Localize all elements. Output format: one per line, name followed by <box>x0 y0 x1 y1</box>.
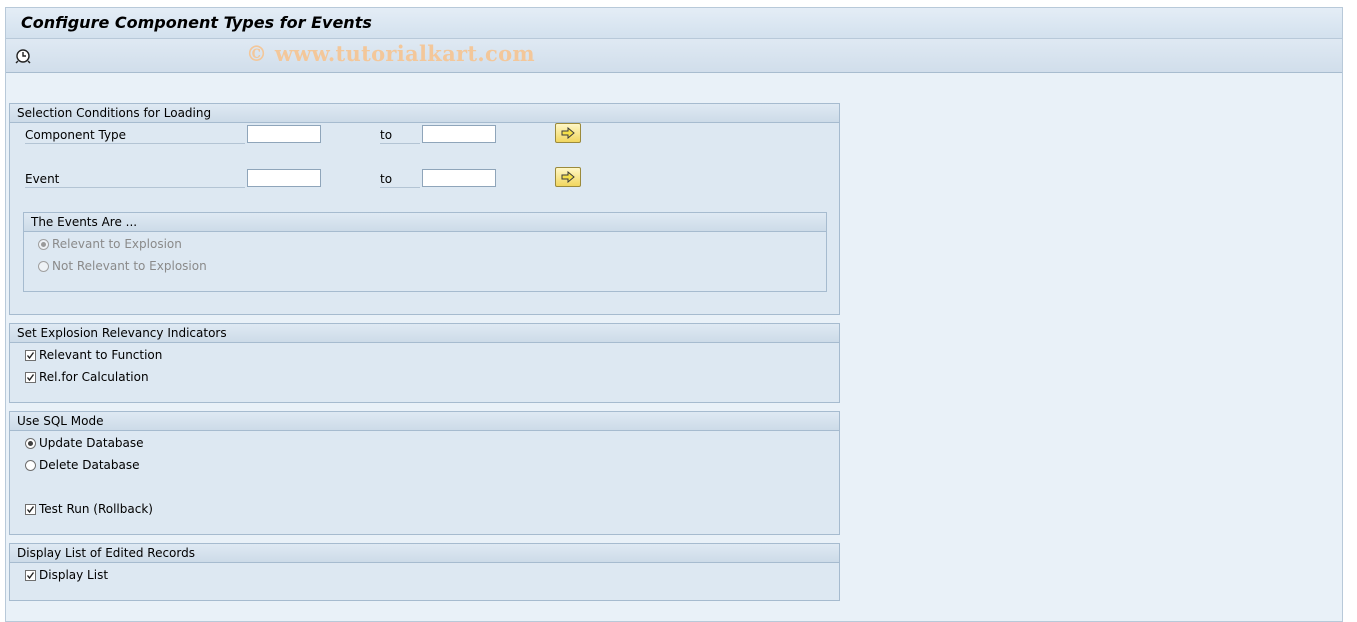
check-icon <box>26 373 35 381</box>
delete-database-radio[interactable] <box>25 459 36 471</box>
component-type-from-input[interactable] <box>247 125 321 143</box>
display-list-label: Display List <box>39 568 109 582</box>
test-run-checkbox[interactable] <box>25 503 36 515</box>
update-database-option[interactable]: Update Database <box>25 436 144 450</box>
relevant-to-explosion-option[interactable]: Relevant to Explosion <box>38 237 182 251</box>
relevant-to-explosion-label: Relevant to Explosion <box>52 237 182 251</box>
event-to-label: to <box>380 171 420 188</box>
events-are-header: The Events Are ... <box>24 213 826 232</box>
event-from-input[interactable] <box>247 169 321 187</box>
event-multiple-selection-button[interactable] <box>555 167 581 187</box>
display-list-header: Display List of Edited Records <box>10 544 839 563</box>
main-window: Configure Component Types for Events © w… <box>5 7 1343 622</box>
relevant-to-function-label: Relevant to Function <box>39 348 163 362</box>
arrow-right-icon <box>561 171 575 183</box>
delete-database-label: Delete Database <box>39 458 140 472</box>
component-type-label: Component Type <box>25 127 245 144</box>
update-database-label: Update Database <box>39 436 144 450</box>
display-list-checkbox[interactable] <box>25 569 36 581</box>
check-icon <box>26 505 35 513</box>
display-list-group: Display List of Edited Records Display L… <box>9 543 840 601</box>
rel-for-calculation-option[interactable]: Rel.for Calculation <box>25 370 149 384</box>
not-relevant-to-explosion-label: Not Relevant to Explosion <box>52 259 207 273</box>
rel-for-calculation-label: Rel.for Calculation <box>39 370 149 384</box>
component-type-multiple-selection-button[interactable] <box>555 123 581 143</box>
component-type-to-input[interactable] <box>422 125 496 143</box>
execute-clock-icon <box>15 49 31 64</box>
execute-button[interactable] <box>14 47 32 65</box>
relevant-to-function-checkbox[interactable] <box>25 349 36 361</box>
explosion-relevancy-group: Set Explosion Relevancy Indicators Relev… <box>9 323 840 403</box>
event-label: Event <box>25 171 245 188</box>
selection-conditions-group: Selection Conditions for Loading Compone… <box>9 103 840 315</box>
application-toolbar: © www.tutorialkart.com <box>6 39 1342 73</box>
sql-mode-group: Use SQL Mode Update Database Delete Data… <box>9 411 840 535</box>
not-relevant-to-explosion-option[interactable]: Not Relevant to Explosion <box>38 259 207 273</box>
check-icon <box>26 571 35 579</box>
check-icon <box>26 351 35 359</box>
relevant-to-explosion-radio[interactable] <box>38 238 49 250</box>
event-to-input[interactable] <box>422 169 496 187</box>
test-run-label: Test Run (Rollback) <box>39 502 153 516</box>
page-title: Configure Component Types for Events <box>21 13 372 32</box>
rel-for-calculation-checkbox[interactable] <box>25 371 36 383</box>
title-bar: Configure Component Types for Events <box>6 8 1342 39</box>
sql-mode-header: Use SQL Mode <box>10 412 839 431</box>
update-database-radio[interactable] <box>25 437 36 449</box>
not-relevant-to-explosion-radio[interactable] <box>38 260 49 272</box>
delete-database-option[interactable]: Delete Database <box>25 458 140 472</box>
arrow-right-icon <box>561 127 575 139</box>
test-run-option[interactable]: Test Run (Rollback) <box>25 502 153 516</box>
explosion-relevancy-header: Set Explosion Relevancy Indicators <box>10 324 839 343</box>
watermark: © www.tutorialkart.com <box>246 41 535 66</box>
selection-conditions-header: Selection Conditions for Loading <box>10 104 839 123</box>
relevant-to-function-option[interactable]: Relevant to Function <box>25 348 162 362</box>
events-are-group: The Events Are ... Relevant to Explosion… <box>23 212 827 292</box>
component-type-to-label: to <box>380 127 420 144</box>
display-list-option[interactable]: Display List <box>25 568 108 582</box>
